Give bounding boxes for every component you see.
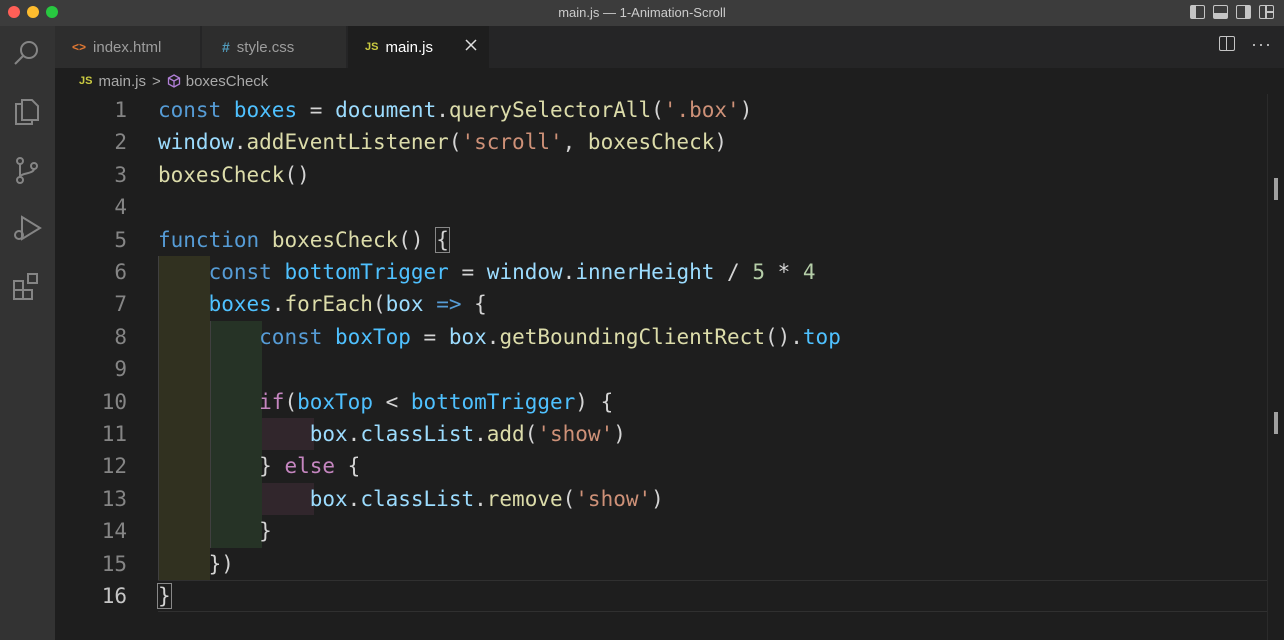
code-editor[interactable]: 1 const boxes = document.querySelectorAl…: [55, 94, 1284, 640]
js-file-icon: JS: [79, 75, 93, 87]
code-line: 9: [55, 353, 1267, 385]
close-tab-icon[interactable]: [463, 37, 479, 53]
breadcrumb: JS main.js > boxesCheck: [55, 68, 1284, 94]
title-bar: main.js — 1-Animation-Scroll: [0, 0, 1284, 26]
editor-actions: ···: [1219, 35, 1272, 53]
tab-label: style.css: [236, 38, 295, 56]
code-line: 6 const bottomTrigger = window.innerHeig…: [55, 256, 1267, 288]
code-text: const boxes = document.querySelectorAll(…: [158, 98, 753, 122]
line-number: 14: [101, 519, 127, 544]
html-file-icon: <>: [72, 40, 87, 54]
breadcrumb-file[interactable]: main.js: [98, 73, 146, 90]
layout-controls: [1190, 5, 1274, 19]
search-icon[interactable]: [10, 36, 44, 70]
window-title: main.js — 1-Animation-Scroll: [558, 5, 726, 20]
line-number: 3: [114, 162, 127, 187]
activity-bar: [0, 26, 55, 640]
tab-style-css[interactable]: # style.css: [202, 26, 347, 68]
line-number: 7: [114, 292, 127, 317]
line-number: 4: [114, 195, 127, 220]
code-line: 15 }): [55, 548, 1267, 580]
line-number: 13: [101, 486, 127, 511]
code-text: }): [158, 551, 234, 576]
line-number: 12: [101, 454, 127, 479]
line-number: 1: [114, 98, 127, 122]
extensions-icon[interactable]: [10, 269, 44, 303]
line-number: 11: [101, 422, 127, 446]
tab-index-html[interactable]: <> index.html: [55, 26, 201, 68]
code-text: const bottomTrigger = window.innerHeight…: [208, 260, 816, 284]
breadcrumb-symbol[interactable]: boxesCheck: [186, 73, 269, 90]
code-line: 10 if(boxTop < bottomTrigger) {: [55, 386, 1267, 418]
code-text: box.classList.remove('show'): [309, 486, 664, 511]
toggle-secondary-sidebar-icon[interactable]: [1236, 5, 1251, 19]
source-control-icon[interactable]: [10, 153, 44, 187]
scrollbar-marker: [1274, 412, 1278, 434]
function-symbol-icon: [167, 74, 180, 88]
js-file-icon: JS: [365, 41, 379, 53]
code-line: 11 box.classList.add('show'): [55, 418, 1267, 450]
code-text: const boxTop = box.getBoundingClientRect…: [259, 324, 841, 349]
code-line: 3 boxesCheck(): [55, 159, 1267, 191]
tab-label: main.js: [385, 38, 433, 56]
code-line: 7 boxes.forEach(box => {: [55, 288, 1267, 320]
tab-main-js[interactable]: JS main.js: [348, 26, 490, 68]
code-text: box.classList.add('show'): [309, 422, 626, 446]
code-text: } else {: [158, 454, 361, 479]
customize-layout-icon[interactable]: [1259, 5, 1274, 19]
code-line: 5 function boxesCheck() {: [55, 224, 1267, 256]
code-text: boxes.forEach(box => {: [208, 292, 487, 317]
tab-label: index.html: [93, 38, 162, 56]
line-number: 10: [101, 389, 127, 414]
line-number: 8: [114, 324, 127, 349]
line-number: 16: [101, 584, 127, 608]
line-number: 15: [101, 551, 127, 576]
toggle-panel-icon[interactable]: [1213, 5, 1228, 19]
scrollbar-marker: [1274, 178, 1278, 200]
split-editor-icon[interactable]: [1219, 36, 1236, 51]
code-line: 13 box.classList.remove('show'): [55, 483, 1267, 515]
code-text: function boxesCheck() {: [158, 226, 450, 253]
toggle-primary-sidebar-icon[interactable]: [1190, 5, 1205, 19]
line-number: 6: [114, 260, 127, 284]
code-text: boxesCheck(): [158, 162, 310, 187]
css-file-icon: #: [222, 39, 230, 55]
code-line: 8 const boxTop = box.getBoundingClientRe…: [55, 321, 1267, 353]
tab-bar: <> index.html # style.css JS main.js ···: [55, 26, 1284, 68]
code-line: 16 }: [55, 580, 1267, 612]
line-number: 5: [114, 227, 127, 252]
code-text: if(boxTop < bottomTrigger) {: [259, 389, 614, 414]
code-text: window.addEventListener('scroll', boxesC…: [158, 130, 728, 155]
code-line: 1 const boxes = document.querySelectorAl…: [55, 94, 1267, 126]
breadcrumb-separator: >: [151, 72, 161, 90]
run-debug-icon[interactable]: [10, 211, 44, 245]
explorer-icon[interactable]: [10, 94, 44, 128]
code-line: 4: [55, 191, 1267, 223]
more-actions-icon[interactable]: ···: [1251, 35, 1272, 53]
editor-scrollbar[interactable]: [1267, 94, 1284, 640]
line-number: 9: [114, 357, 127, 382]
code-text: }: [157, 583, 172, 609]
code-line: 2 window.addEventListener('scroll', boxe…: [55, 126, 1267, 158]
line-number: 2: [114, 130, 127, 155]
code-text: }: [158, 519, 272, 544]
code-line: 12 } else {: [55, 450, 1267, 482]
code-line: 14 }: [55, 515, 1267, 547]
